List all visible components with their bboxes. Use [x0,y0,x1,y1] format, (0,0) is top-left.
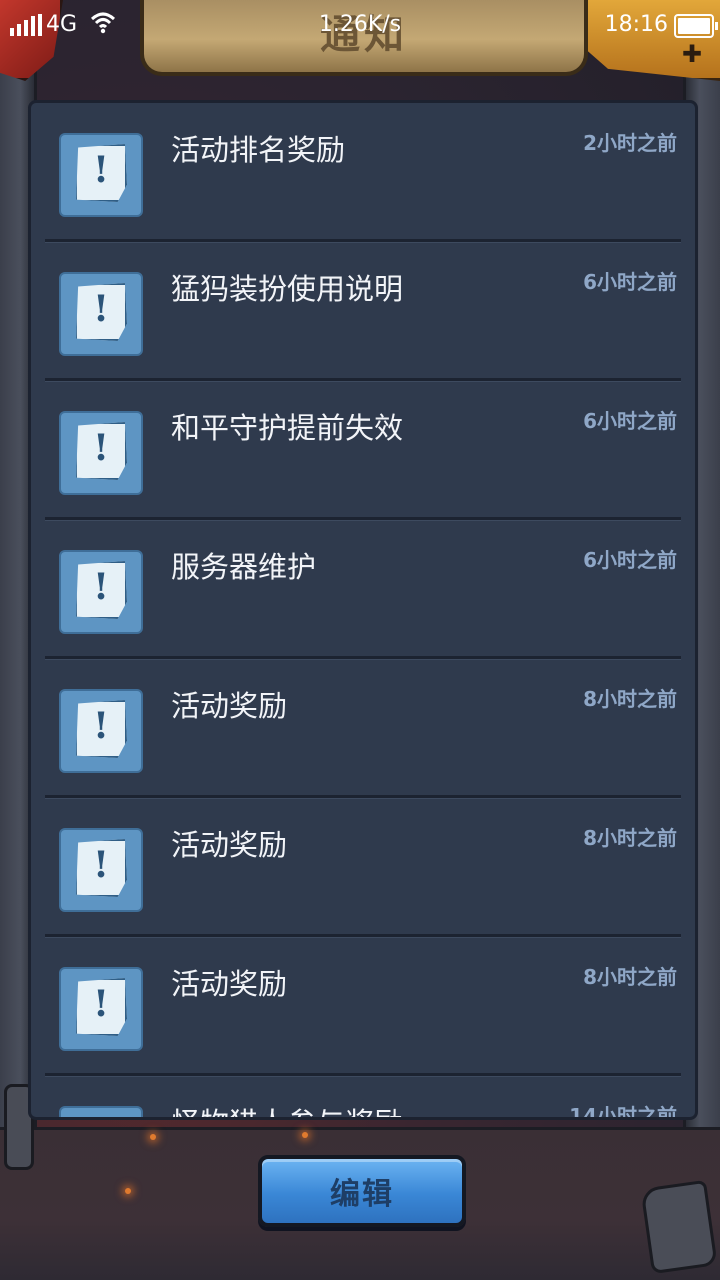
notification-title: 和平守护提前失效 [171,411,404,445]
notification-time: 6小时之前 [583,548,677,572]
ember-glow [302,1132,308,1138]
info-note-icon: ! [59,133,143,217]
notification-item[interactable]: ! 服务器维护 6小时之前 [45,520,681,659]
notification-title: 活动奖励 [171,828,288,862]
notification-list[interactable]: ! 活动排名奖励 2小时之前 ! 猛犸装扮使用说明 6小时之前 ! 和平守护提前… [31,103,695,1120]
ember-glow [150,1134,156,1140]
info-note-icon: ! [59,272,143,356]
notification-title: 活动排名奖励 [171,133,346,167]
info-note-icon: ! [59,550,143,634]
notification-item[interactable]: ! 活动奖励 8小时之前 [45,798,681,937]
notification-title: 猛犸装扮使用说明 [171,272,404,306]
notification-time: 14小时之前 [569,1104,677,1120]
notification-time: 2小时之前 [583,131,677,155]
notification-title: 活动奖励 [171,967,288,1001]
rock-decoration-right [640,1179,718,1275]
notification-item[interactable]: ! 猛犸装扮使用说明 6小时之前 [45,242,681,381]
clock: 18:16 [604,12,668,37]
info-note-icon: ! [59,967,143,1051]
notification-time: 8小时之前 [583,826,677,850]
notification-title: 活动奖励 [171,689,288,723]
notification-item[interactable]: ! 怪物猎人参与奖励 14小时之前 [45,1076,681,1120]
info-note-icon: ! [59,1106,143,1117]
notification-panel[interactable]: ! 活动排名奖励 2小时之前 ! 猛犸装扮使用说明 6小时之前 ! 和平守护提前… [28,100,698,1120]
info-note-icon: ! [59,689,143,773]
status-bar: 4G 1.26K/s 18:16 [0,0,720,52]
notification-time: 8小时之前 [583,687,677,711]
battery-icon [674,14,718,38]
notification-item[interactable]: ! 活动奖励 8小时之前 [45,937,681,1076]
edit-button[interactable]: 编辑 [258,1155,466,1227]
notification-title: 怪物猎人参与奖励 [171,1100,403,1117]
info-note-icon: ! [59,828,143,912]
notification-item[interactable]: ! 活动奖励 8小时之前 [45,659,681,798]
notification-item[interactable]: ! 活动排名奖励 2小时之前 [45,103,681,242]
ember-glow [125,1188,131,1194]
notification-time: 8小时之前 [583,965,677,989]
notification-item[interactable]: ! 和平守护提前失效 6小时之前 [45,381,681,520]
info-note-icon: ! [59,411,143,495]
notification-time: 6小时之前 [583,409,677,433]
notification-title: 服务器维护 [171,550,317,584]
notification-time: 6小时之前 [583,270,677,294]
